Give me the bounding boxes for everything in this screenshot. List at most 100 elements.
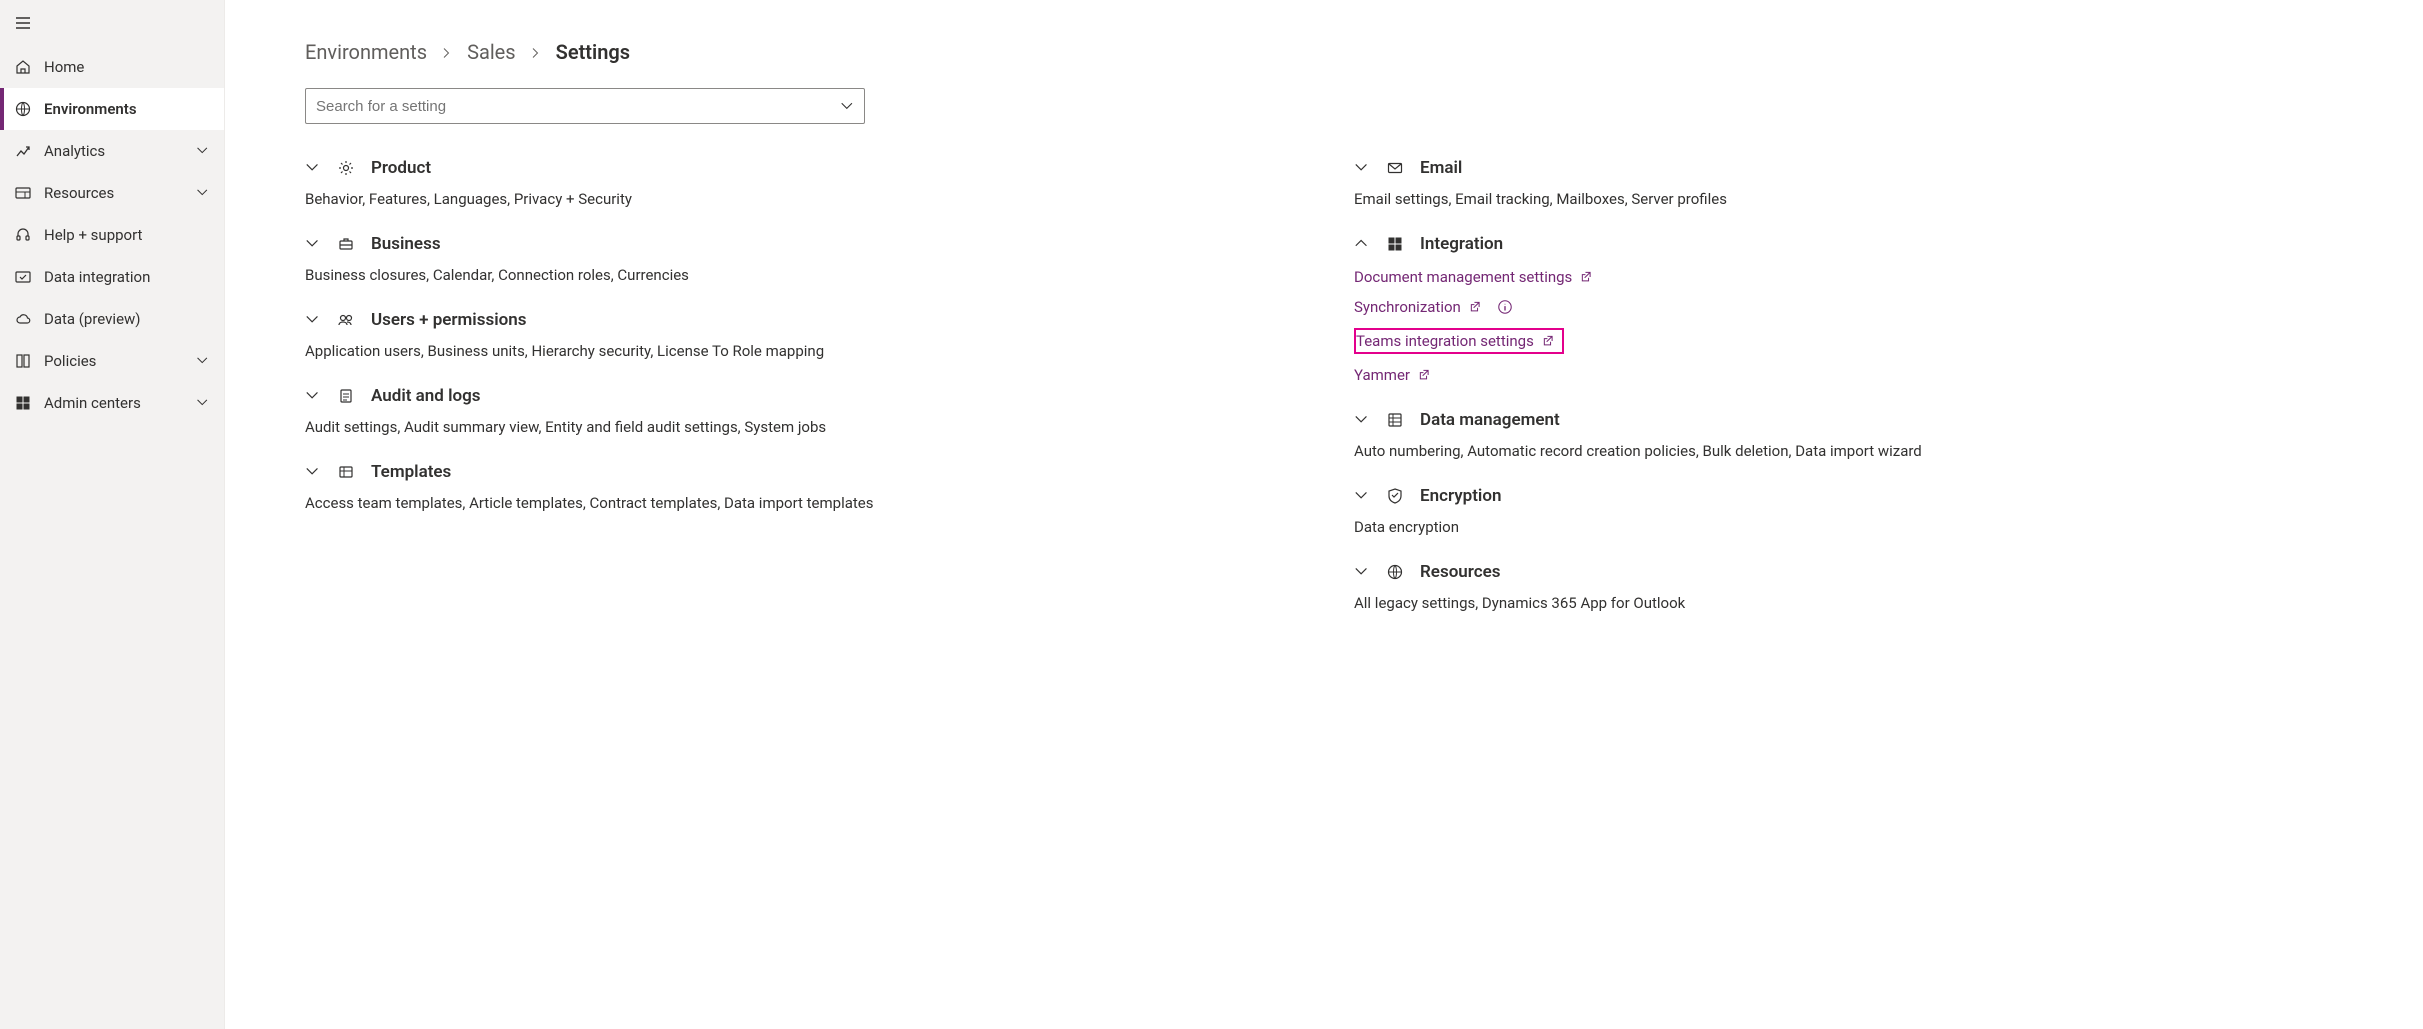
settings-link-synchronization[interactable]: Synchronization — [1354, 298, 2363, 316]
group-header[interactable]: Resources — [1354, 558, 2363, 586]
group-title: Business — [371, 234, 441, 254]
chevron-down-icon — [1354, 564, 1370, 580]
link-label: Teams integration settings — [1356, 332, 1534, 350]
chevron-down-icon — [305, 236, 321, 252]
main-content: Environments Sales Settings Product Behav… — [225, 0, 2423, 1029]
nav-label: Data (preview) — [44, 310, 141, 328]
resources-icon — [14, 184, 32, 202]
hamburger-menu[interactable] — [0, 4, 224, 46]
nav-label: Environments — [44, 100, 137, 118]
dataint-icon — [14, 268, 32, 286]
chevron-down-icon — [1354, 160, 1370, 176]
chevron-down-icon — [840, 99, 854, 113]
settings-group-email: EmailEmail settings, Email tracking, Mai… — [1354, 154, 2363, 208]
nav-item-analytics[interactable]: Analytics — [0, 130, 224, 172]
globe2-icon — [1386, 563, 1404, 581]
nav-item-data-integration[interactable]: Data integration — [0, 256, 224, 298]
group-title: Integration — [1420, 234, 1503, 254]
group-subtext: Access team templates, Article templates… — [305, 494, 1314, 512]
chevron-down-icon — [196, 186, 210, 200]
settings-group-integration: Integration Document management settings S… — [1354, 230, 2363, 384]
globe-icon — [14, 100, 32, 118]
settings-group-templates: Templates Access team templates, Article … — [305, 458, 1314, 512]
breadcrumb-current: Settings — [556, 40, 630, 64]
chevron-up-icon — [1354, 236, 1370, 252]
group-header[interactable]: Business — [305, 230, 1314, 258]
group-subtext: Auto numbering, Automatic record creatio… — [1354, 442, 2363, 460]
nav-item-policies[interactable]: Policies — [0, 340, 224, 382]
external-link-icon — [1542, 334, 1556, 348]
group-header[interactable]: Integration — [1354, 230, 2363, 258]
settings-link-yammer[interactable]: Yammer — [1354, 366, 2363, 384]
nav-item-home[interactable]: Home — [0, 46, 224, 88]
chevron-down-icon — [196, 396, 210, 410]
settings-group-product: Product Behavior, Features, Languages, Pr… — [305, 154, 1314, 208]
external-link-icon — [1469, 300, 1483, 314]
mail-icon — [1386, 159, 1404, 177]
group-subtext: Audit settings, Audit summary view, Enti… — [305, 418, 1314, 436]
group-subtext: Business closures, Calendar, Connection … — [305, 266, 1314, 284]
nav-item-environments[interactable]: Environments — [0, 88, 224, 130]
settings-link-document-management-settings[interactable]: Document management settings — [1354, 268, 2363, 286]
nav-item-admin-centers[interactable]: Admin centers — [0, 382, 224, 424]
group-subtext: Data encryption — [1354, 518, 2363, 536]
shield-icon — [1386, 487, 1404, 505]
group-title: Users + permissions — [371, 310, 526, 330]
group-header[interactable]: Templates — [305, 458, 1314, 486]
sidebar: Home Environments Analytics Resources Help +… — [0, 0, 225, 1029]
group-subtext: Application users, Business units, Hiera… — [305, 342, 1314, 360]
chevron-down-icon — [305, 464, 321, 480]
nav-item-data-preview-[interactable]: Data (preview) — [0, 298, 224, 340]
group-subtext: All legacy settings, Dynamics 365 App fo… — [1354, 594, 2363, 612]
chevron-down-icon — [196, 144, 210, 158]
settings-group-users-permissions: Users + permissions Application users, Bu… — [305, 306, 1314, 360]
breadcrumb-sales[interactable]: Sales — [467, 40, 516, 64]
settings-link-teams-integration-settings[interactable]: Teams integration settings — [1354, 328, 1564, 354]
templates-icon — [337, 463, 355, 481]
nav-label: Help + support — [44, 226, 142, 244]
nav-label: Analytics — [44, 142, 105, 160]
group-header[interactable]: Email — [1354, 154, 2363, 182]
analytics-icon — [14, 142, 32, 160]
users-icon — [337, 311, 355, 329]
nav-label: Resources — [44, 184, 114, 202]
nav-item-resources[interactable]: Resources — [0, 172, 224, 214]
group-header[interactable]: Data management — [1354, 406, 2363, 434]
settings-group-audit-and-logs: Audit and logs Audit settings, Audit summ… — [305, 382, 1314, 436]
group-header[interactable]: Encryption — [1354, 482, 2363, 510]
nav-label: Admin centers — [44, 394, 141, 412]
group-subtext: Behavior, Features, Languages, Privacy +… — [305, 190, 1314, 208]
group-title: Email — [1420, 158, 1462, 178]
nav-item-help-support[interactable]: Help + support — [0, 214, 224, 256]
group-title: Data management — [1420, 410, 1560, 430]
chevron-down-icon — [1354, 412, 1370, 428]
chevron-down-icon — [305, 388, 321, 404]
group-links: Document management settings Synchronizat… — [1354, 268, 2363, 384]
search-input[interactable] — [316, 98, 840, 115]
group-header[interactable]: Product — [305, 154, 1314, 182]
group-title: Encryption — [1420, 486, 1501, 506]
chevron-down-icon — [196, 354, 210, 368]
group-title: Audit and logs — [371, 386, 481, 406]
group-header[interactable]: Users + permissions — [305, 306, 1314, 334]
settings-group-business: Business Business closures, Calendar, Con… — [305, 230, 1314, 284]
link-label: Synchronization — [1354, 298, 1461, 316]
group-title: Templates — [371, 462, 451, 482]
headset-icon — [14, 226, 32, 244]
nav-label: Policies — [44, 352, 96, 370]
windows-icon — [1386, 235, 1404, 253]
cloud-icon — [14, 310, 32, 328]
datamgmt-icon — [1386, 411, 1404, 429]
chevron-right-icon — [530, 40, 542, 64]
search-combobox[interactable] — [305, 88, 865, 124]
briefcase-icon — [337, 235, 355, 253]
info-icon[interactable] — [1497, 299, 1513, 315]
group-title: Resources — [1420, 562, 1501, 582]
audit-icon — [337, 387, 355, 405]
group-header[interactable]: Audit and logs — [305, 382, 1314, 410]
home-icon — [14, 58, 32, 76]
policies-icon — [14, 352, 32, 370]
link-label: Document management settings — [1354, 268, 1572, 286]
admin-icon — [14, 394, 32, 412]
breadcrumb-environments[interactable]: Environments — [305, 40, 427, 64]
